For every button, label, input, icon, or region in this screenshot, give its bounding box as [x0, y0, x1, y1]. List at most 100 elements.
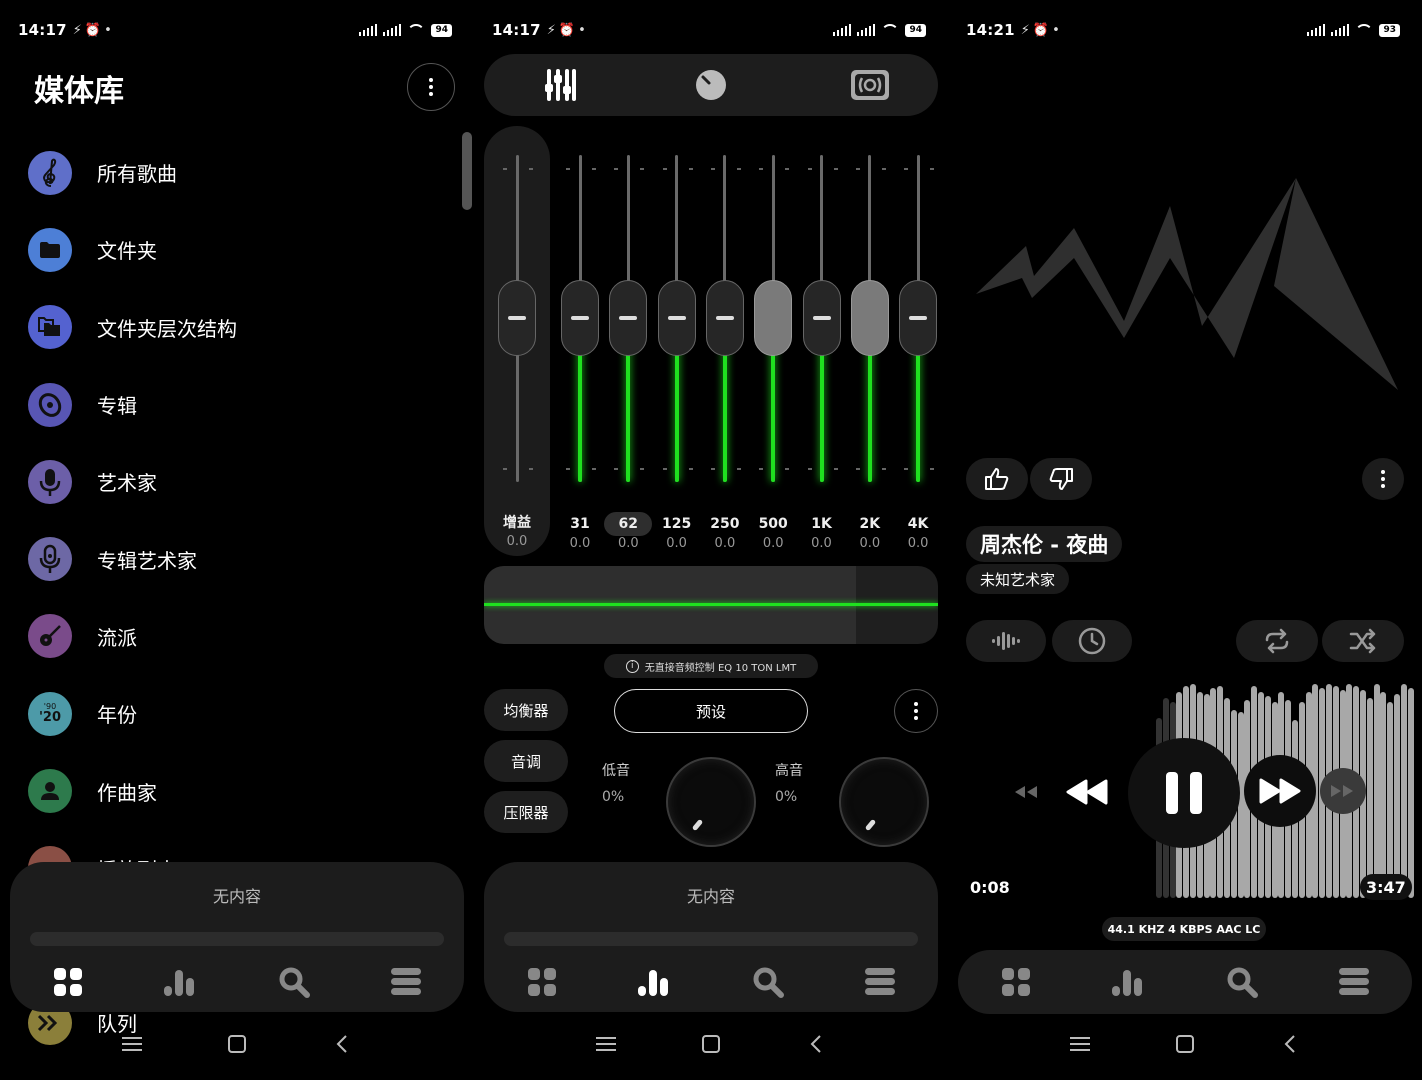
- sleep-timer-button[interactable]: [1052, 620, 1132, 662]
- mode-tone-button[interactable]: 音调: [484, 740, 568, 782]
- tab-equalizer[interactable]: [632, 962, 676, 1002]
- like-button[interactable]: [966, 458, 1028, 500]
- band-frequency-label[interactable]: 1K: [798, 512, 846, 536]
- tab-queue[interactable]: [1332, 962, 1376, 1002]
- previous-button[interactable]: [1062, 772, 1112, 812]
- band-slider-knob-125[interactable]: [657, 280, 696, 356]
- recents-button[interactable]: [586, 1024, 626, 1064]
- mode-limiter-button[interactable]: 压限器: [484, 791, 568, 833]
- library-item-label: 文件夹: [97, 239, 157, 264]
- back-button[interactable]: [1270, 1024, 1310, 1064]
- seek-forward-small-button[interactable]: [1320, 768, 1366, 814]
- play-pause-button[interactable]: [1128, 738, 1240, 848]
- status-notification-icons: ⚡⏰•: [1020, 22, 1063, 38]
- mode-equalizer-button[interactable]: 均衡器: [484, 689, 568, 731]
- home-button[interactable]: [691, 1024, 731, 1064]
- tab-library[interactable]: [46, 962, 90, 1002]
- eq-curve-preview: [484, 566, 938, 644]
- recents-button[interactable]: [1060, 1024, 1100, 1064]
- eq-sliders-button[interactable]: [541, 65, 581, 105]
- waveform-bar: [1373, 684, 1380, 898]
- folder-tree-icon: [28, 305, 72, 350]
- dislike-button[interactable]: [1030, 458, 1092, 500]
- library-item-folders[interactable]: 文件夹: [28, 211, 454, 288]
- mini-player[interactable]: 无内容: [10, 862, 464, 1012]
- library-item-label: 艺术家: [97, 471, 157, 496]
- preset-button[interactable]: 预设: [614, 689, 808, 733]
- battery-icon: 94: [431, 23, 452, 37]
- repeat-button[interactable]: [1236, 620, 1318, 662]
- limiter-button[interactable]: [850, 65, 890, 105]
- home-button[interactable]: [217, 1024, 257, 1064]
- treble-label: 高音: [775, 763, 803, 779]
- knob-icon: [696, 70, 726, 100]
- library-item-artists[interactable]: 艺术家: [28, 443, 454, 520]
- more-options-button[interactable]: [1362, 458, 1404, 500]
- square-icon: [228, 1035, 246, 1053]
- band-frequency-label[interactable]: 31: [556, 512, 604, 536]
- band-slider-knob-250[interactable]: [705, 280, 744, 356]
- clock-icon: [1078, 627, 1106, 655]
- band-slider-knob-4k[interactable]: [899, 280, 938, 356]
- recents-button[interactable]: [112, 1024, 152, 1064]
- tab-equalizer[interactable]: [1106, 962, 1150, 1002]
- library-item-genres[interactable]: 流派: [28, 598, 454, 675]
- tab-library[interactable]: [994, 962, 1038, 1002]
- progress-bar[interactable]: [30, 932, 444, 946]
- band-slider-knob-2k[interactable]: [850, 280, 889, 356]
- scrollbar-thumb[interactable]: [462, 132, 472, 210]
- next-button[interactable]: [1244, 755, 1316, 827]
- tab-search[interactable]: [272, 962, 316, 1002]
- back-button[interactable]: [322, 1024, 362, 1064]
- band-frequency-label[interactable]: 4K: [894, 512, 942, 536]
- band-gain-value: 0.0: [617, 536, 639, 551]
- band-slider-knob-62[interactable]: [609, 280, 648, 356]
- library-item-album-artists[interactable]: 专辑艺术家: [28, 520, 454, 597]
- scale-tick: [736, 468, 741, 470]
- tab-search[interactable]: [1220, 962, 1264, 1002]
- wifi-icon: [407, 24, 426, 36]
- mini-player[interactable]: 无内容: [484, 862, 938, 1012]
- bass-knob[interactable]: [666, 757, 756, 847]
- eq-more-options-button[interactable]: [894, 689, 938, 733]
- library-item-label: 流派: [97, 625, 137, 650]
- visualizer-button[interactable]: [966, 620, 1046, 662]
- band-frequency-label[interactable]: 500: [749, 512, 797, 536]
- band-slider-knob-1k[interactable]: [802, 280, 841, 356]
- tab-equalizer[interactable]: [158, 962, 202, 1002]
- scale-tick: [785, 468, 790, 470]
- tab-search[interactable]: [746, 962, 790, 1002]
- band-slider-knob-31[interactable]: [561, 280, 599, 356]
- gain-slider-knob[interactable]: [498, 280, 536, 356]
- tab-queue[interactable]: [384, 962, 428, 1002]
- song-artist[interactable]: 未知艺术家: [966, 564, 1070, 594]
- more-options-button[interactable]: [407, 63, 455, 111]
- status-bar: 14:17 ⚡⏰• 94: [492, 18, 926, 42]
- tab-library[interactable]: [520, 962, 564, 1002]
- band-frequency-label[interactable]: 125: [653, 512, 701, 536]
- band-frequency-label[interactable]: 250: [701, 512, 749, 536]
- band-slider-knob-500[interactable]: [754, 280, 793, 356]
- status-time: 14:21: [966, 21, 1015, 39]
- more-vert-icon: [1381, 470, 1385, 488]
- back-button[interactable]: [796, 1024, 836, 1064]
- band-frequency-label[interactable]: 2K: [846, 512, 894, 536]
- seek-back-small-button[interactable]: [1008, 780, 1042, 804]
- library-item-composers[interactable]: 作曲家: [28, 752, 454, 829]
- library-item-all-songs[interactable]: 所有歌曲: [28, 134, 454, 211]
- tone-knob-button[interactable]: [691, 65, 731, 105]
- waveform-bar: [1366, 698, 1373, 898]
- library-item-years[interactable]: '90 '20 年份: [28, 675, 454, 752]
- tab-queue[interactable]: [858, 962, 902, 1002]
- treble-knob[interactable]: [839, 757, 929, 847]
- shuffle-button[interactable]: [1322, 620, 1404, 662]
- home-button[interactable]: [1165, 1024, 1205, 1064]
- library-item-albums[interactable]: 专辑: [28, 366, 454, 443]
- bar-chart-icon: [638, 970, 668, 996]
- scale-tick: [807, 468, 812, 470]
- band-frequency-label[interactable]: 62: [604, 512, 653, 536]
- progress-bar[interactable]: [504, 932, 918, 946]
- chevron-left-icon: [336, 1035, 347, 1053]
- library-item-folder-hierarchy[interactable]: 文件夹层次结构: [28, 289, 454, 366]
- gain-label: 增益: [503, 515, 531, 531]
